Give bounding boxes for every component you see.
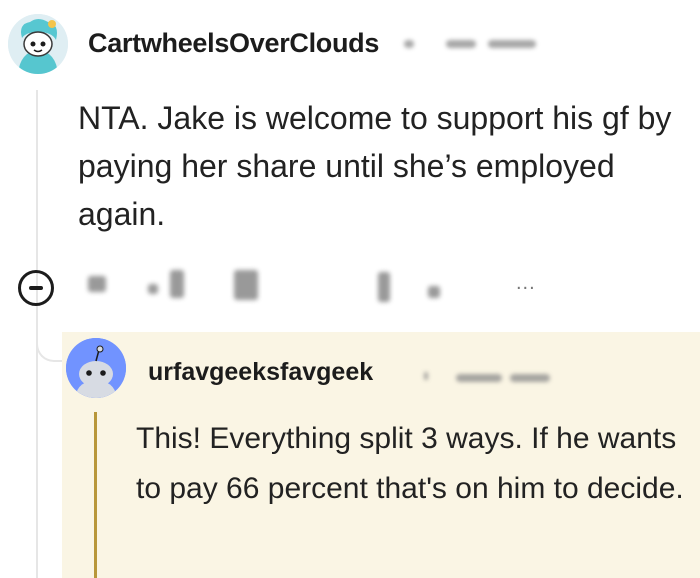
collapse-minus-icon[interactable] [18, 270, 54, 306]
vote-count [378, 272, 390, 302]
timestamp-redacted [424, 372, 428, 380]
flair-redacted [446, 40, 476, 48]
share-icon[interactable] [170, 270, 184, 298]
more-options-button[interactable]: ... [516, 272, 536, 295]
reply-comment-body: This! Everything split 3 ways. If he wan… [136, 422, 684, 505]
upvote-icon[interactable] [234, 270, 258, 300]
flair-redacted [456, 374, 502, 382]
reply-username[interactable]: urfavgeeksfavgeek [148, 358, 373, 387]
user-avatar-icon[interactable] [8, 14, 68, 74]
flair-redacted [510, 374, 550, 382]
flair-redacted [488, 40, 536, 48]
downvote-icon[interactable] [428, 286, 440, 298]
award-icon[interactable] [148, 284, 158, 294]
parent-comment-body: NTA. Jake is welcome to support his gf b… [78, 100, 672, 232]
parent-username[interactable]: CartwheelsOverClouds [88, 28, 379, 59]
default-snoo-avatar-icon[interactable] [66, 338, 126, 398]
timestamp-redacted [404, 40, 414, 48]
reply-icon[interactable] [88, 276, 106, 292]
highlight-bar [94, 412, 97, 578]
